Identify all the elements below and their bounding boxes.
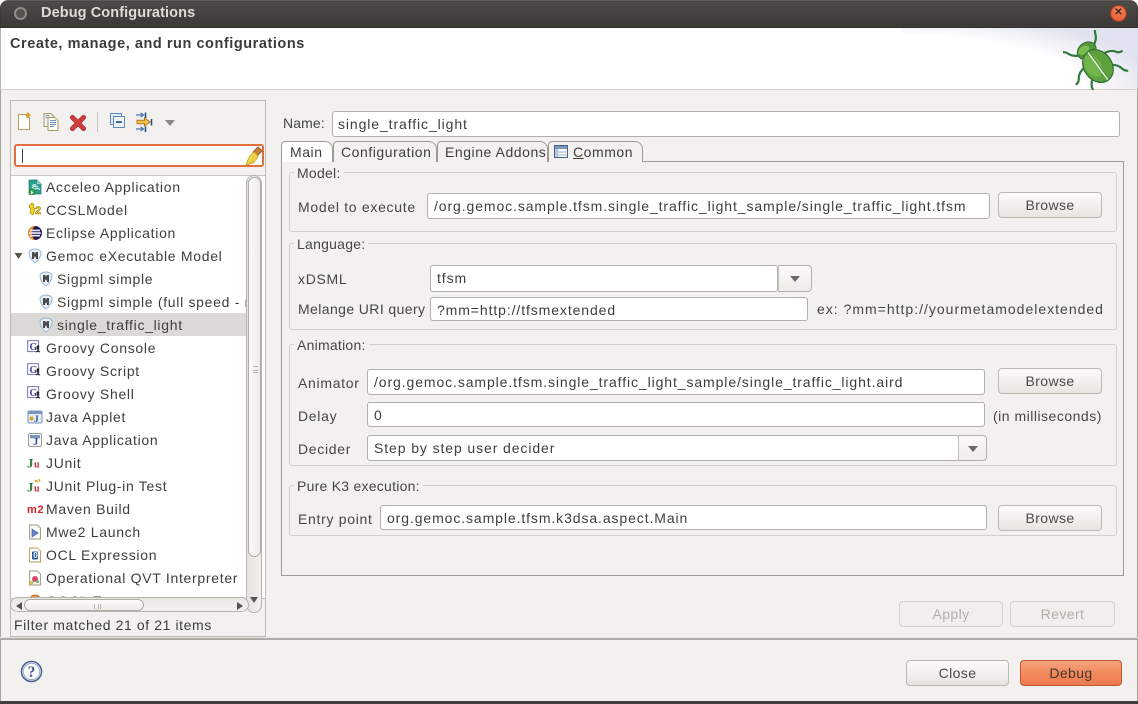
svg-text:u: u	[34, 484, 40, 495]
svg-text:m2: m2	[27, 504, 43, 516]
svg-text:0: 0	[33, 551, 38, 560]
svg-text:?: ?	[28, 664, 36, 681]
svg-text:J: J	[33, 437, 39, 448]
svg-text:2: 2	[35, 205, 42, 217]
svg-text:u: u	[34, 460, 40, 471]
svg-text:J: J	[34, 415, 39, 425]
